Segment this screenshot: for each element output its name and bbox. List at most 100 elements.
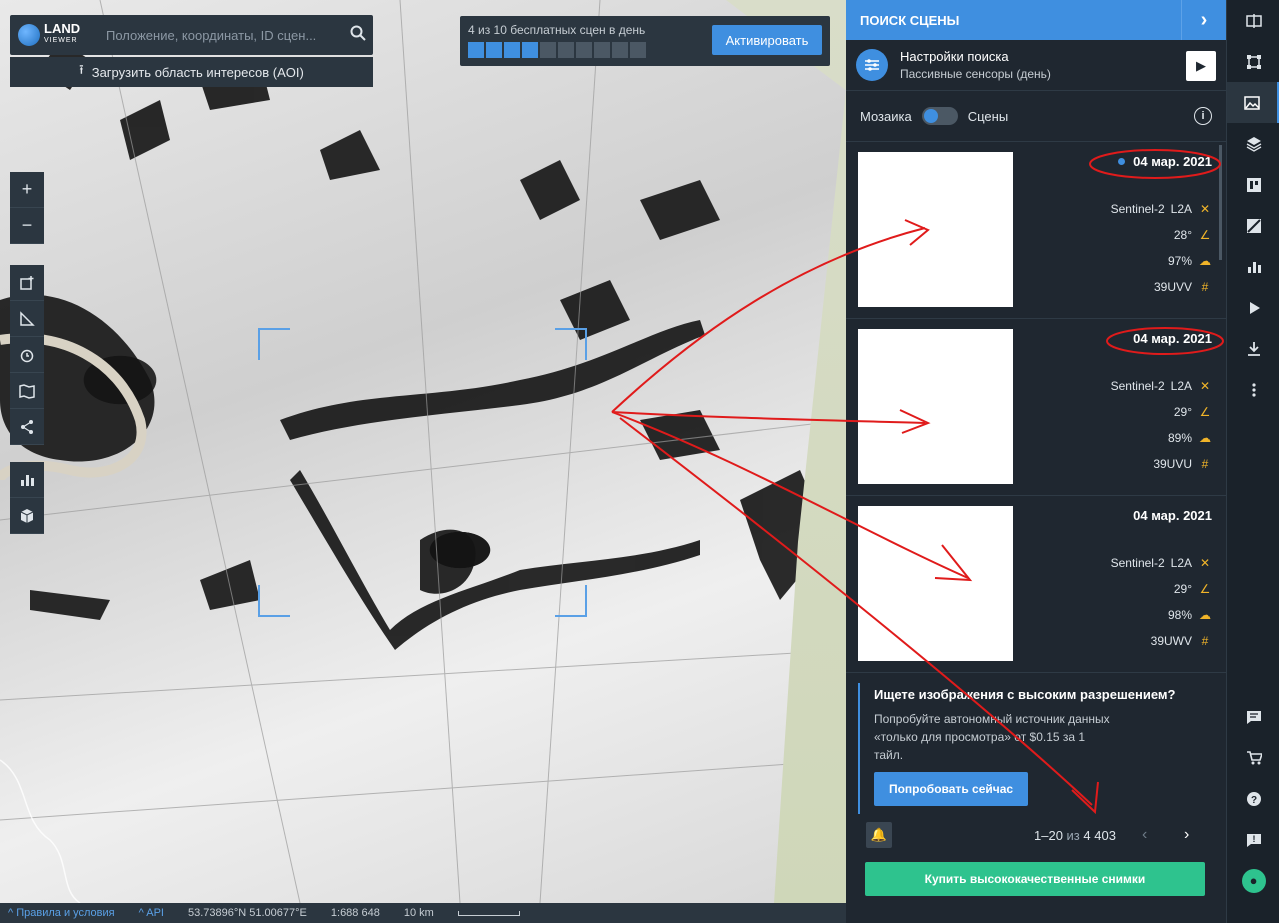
free-scene-slot xyxy=(594,42,610,58)
free-scenes-text: 4 из 10 бесплатных сцен в день xyxy=(468,23,646,37)
help-icon[interactable]: ? xyxy=(1227,778,1279,819)
run-search-button[interactable]: ▶ xyxy=(1186,51,1216,81)
free-scene-slot xyxy=(468,42,484,58)
scene-date: 04 мар. 2021 xyxy=(1133,331,1212,346)
feedback-icon[interactable]: ! xyxy=(1227,819,1279,860)
api-link[interactable]: ^ API xyxy=(139,907,164,919)
scene-thumbnail[interactable] xyxy=(858,329,1013,484)
scene-sun-angle: 28° ∠ xyxy=(1173,228,1211,242)
layers-icon[interactable] xyxy=(1227,123,1279,164)
angle-icon: ∠ xyxy=(1199,582,1211,596)
satellite-icon: ✕ xyxy=(1199,379,1211,393)
next-page-icon[interactable]: › xyxy=(1184,826,1189,844)
status-bar: ^ Правила и условия ^ API 53.73896°N 51.… xyxy=(0,903,846,923)
scene-thumbnail[interactable] xyxy=(858,152,1013,307)
map-view[interactable] xyxy=(0,0,846,903)
cloud-icon: ☁ xyxy=(1199,254,1211,268)
scene-sun-angle: 29° ∠ xyxy=(1173,405,1211,419)
cart-icon[interactable] xyxy=(1227,737,1279,778)
terms-link[interactable]: ^ Правила и условия xyxy=(8,907,115,919)
scene-sensor: Sentinel-2 L2A ✕ xyxy=(1110,379,1211,393)
search-settings[interactable]: Настройки поиска Пассивные сенсоры (день… xyxy=(846,40,1226,91)
download-icon[interactable] xyxy=(1227,328,1279,369)
svg-text:!: ! xyxy=(1252,834,1255,844)
pagination-total: 4 403 xyxy=(1083,827,1116,843)
scene-tile-id: 39UVU # xyxy=(1153,457,1212,471)
notification-bell-icon[interactable]: 🔔 xyxy=(866,822,892,848)
band-combination-icon[interactable] xyxy=(1227,164,1279,205)
pagination-range: 1–20 xyxy=(1034,827,1063,843)
search-input[interactable] xyxy=(98,22,343,48)
panel-title: ПОИСК СЦЕНЫ xyxy=(860,12,960,28)
analytics-icon[interactable] xyxy=(1227,246,1279,287)
settings-title: Настройки поиска xyxy=(900,49,1009,64)
try-now-button[interactable]: Попробовать сейчас xyxy=(874,772,1028,806)
right-toolbar: ? ! ● xyxy=(1226,0,1279,923)
scene-search-panel: ПОИСК СЦЕНЫ › Настройки поиска Пассивные… xyxy=(846,0,1226,923)
prev-page-icon[interactable]: ‹ xyxy=(1142,826,1147,844)
scene-date: 04 мар. 2021 xyxy=(1133,508,1212,523)
pagination: 🔔 1–20 из 4 403 ‹ › xyxy=(846,815,1226,855)
more-icon[interactable] xyxy=(1227,369,1279,410)
index-icon[interactable] xyxy=(1227,205,1279,246)
grid-icon: # xyxy=(1201,457,1209,471)
scene-sun-angle: 29° ∠ xyxy=(1173,582,1211,596)
aoi-corner-tr xyxy=(555,328,587,360)
scene-search-icon[interactable] xyxy=(1227,82,1279,123)
landviewer-logo[interactable]: LAND VIEWER xyxy=(10,15,98,55)
free-scenes-banner: 4 из 10 бесплатных сцен в день Активиров… xyxy=(460,16,830,66)
aoi-shape-icon[interactable] xyxy=(1227,41,1279,82)
info-icon[interactable]: i xyxy=(1194,107,1212,125)
timelapse-icon[interactable] xyxy=(10,337,44,373)
scene-cloud-cover: 89% ☁ xyxy=(1167,431,1211,445)
ruler-icon[interactable] xyxy=(10,301,44,337)
map-layers-icon[interactable] xyxy=(10,373,44,409)
collapse-panel-icon[interactable]: › xyxy=(1181,0,1226,40)
scene-list: 04 мар. 2021 Sentinel-2 L2A ✕ 28° ∠ 97% ☁ 39UVV #… xyxy=(846,142,1226,673)
free-scene-slot xyxy=(558,42,574,58)
scene-cloud-cover: 97% ☁ xyxy=(1167,254,1211,268)
buy-hires-button[interactable]: Купить высококачественные снимки xyxy=(865,862,1205,896)
scenes-label: Сцены xyxy=(967,108,1009,124)
scene-card[interactable]: 04 мар. 2021 Sentinel-2 L2A ✕ 28° ∠ 97% ☁ 39UVV # xyxy=(846,142,1226,319)
animation-play-icon[interactable] xyxy=(1227,287,1279,328)
globe-icon xyxy=(18,24,40,46)
search-icon[interactable] xyxy=(343,25,373,46)
chat-icon[interactable] xyxy=(1227,696,1279,737)
free-scene-slot xyxy=(504,42,520,58)
free-scene-slot xyxy=(522,42,538,58)
free-scene-slot xyxy=(576,42,592,58)
upload-icon: ⭱ xyxy=(79,62,84,77)
logo-text: LAND xyxy=(44,21,81,36)
distance-readout: 10 km xyxy=(403,907,434,919)
grid-icon: # xyxy=(1201,634,1209,648)
statistics-icon[interactable] xyxy=(10,462,44,498)
upload-aoi-button[interactable]: ⭱ Загрузить область интересов (AOI) xyxy=(10,57,373,87)
pagination-text: 1–20 из 4 403 xyxy=(1034,828,1116,843)
scene-sensor: Sentinel-2 L2A ✕ xyxy=(1110,202,1211,216)
draw-aoi-icon[interactable] xyxy=(10,265,44,301)
logo-sub: VIEWER xyxy=(44,37,78,44)
user-account-button[interactable]: ● xyxy=(1227,860,1279,901)
scene-thumbnail[interactable] xyxy=(858,506,1013,661)
scene-card[interactable]: 04 мар. 2021 Sentinel-2 L2A ✕ 29° ∠ 89% ☁ 39UVU # xyxy=(846,319,1226,496)
activate-button[interactable]: Активировать xyxy=(712,25,822,55)
cloud-icon: ☁ xyxy=(1199,608,1211,622)
satellite-icon: ✕ xyxy=(1199,556,1211,570)
scene-sensor: Sentinel-2 L2A ✕ xyxy=(1110,556,1211,570)
scene-list-scrollbar[interactable] xyxy=(1219,145,1222,260)
angle-icon: ∠ xyxy=(1199,405,1211,419)
mosaic-scenes-toggle[interactable] xyxy=(921,107,958,125)
coordinates-readout: 53.73896°N 51.00677°E xyxy=(187,907,307,919)
zoom-in-button[interactable]: + xyxy=(10,172,44,208)
zoom-out-button[interactable]: − xyxy=(10,208,44,244)
scale-readout: 1:688 648 xyxy=(330,907,380,919)
scene-tile-id: 39UWV # xyxy=(1151,634,1212,648)
scene-card[interactable]: 04 мар. 2021 Sentinel-2 L2A ✕ 29° ∠ 98% ☁ 39UWV # xyxy=(846,496,1226,673)
compare-icon[interactable] xyxy=(1227,0,1279,41)
promo-body: Попробуйте автономный источник данных «т… xyxy=(874,712,1110,762)
free-scene-slot xyxy=(486,42,502,58)
hires-promo: Ищете изображения с высоким разрешением?… xyxy=(858,683,1212,814)
3d-cube-icon[interactable] xyxy=(10,498,44,534)
share-icon[interactable] xyxy=(10,409,44,445)
